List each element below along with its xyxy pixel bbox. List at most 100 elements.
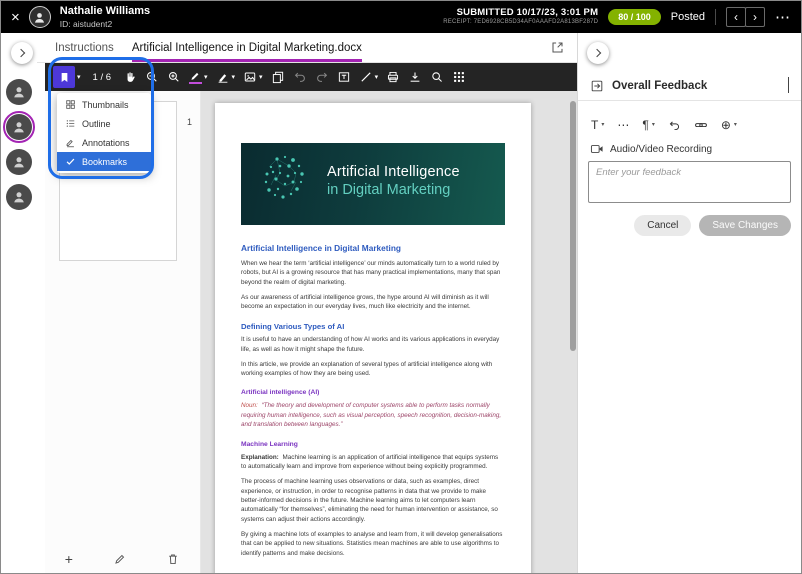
paragraph-style-button[interactable]: ¶ ▾ <box>641 118 655 132</box>
undo-icon <box>293 70 307 84</box>
grid-icon <box>452 70 466 84</box>
redo-button[interactable] <box>314 69 330 85</box>
doc-quote: Noun: “The theory and development of com… <box>241 401 505 430</box>
pan-tool-button[interactable] <box>122 69 138 85</box>
zoom-in-icon <box>167 70 181 84</box>
next-submission-button[interactable]: › <box>745 7 765 27</box>
text-style-button[interactable]: T ▾ <box>590 118 605 132</box>
print-button[interactable] <box>385 69 401 85</box>
person-icon <box>11 154 27 170</box>
thumbnail-rail-tools: + <box>45 545 200 573</box>
caret-down-icon: ▾ <box>601 122 604 128</box>
collapse-section-button[interactable] <box>788 78 789 93</box>
redo-icon <box>315 70 329 84</box>
expand-student-list-button[interactable] <box>11 42 33 64</box>
caret-down-icon: ▾ <box>259 74 263 81</box>
submission-nav: ‹ › <box>726 7 765 27</box>
editor-more-button[interactable]: ⋯ <box>616 118 630 132</box>
collapse-feedback-panel-button[interactable] <box>587 42 609 64</box>
pilcrow-icon: ¶ <box>642 119 648 131</box>
student-avatar-2-selected[interactable] <box>6 114 32 140</box>
grading-app: × Nathalie Williams ID: aistudent2 SUBMI… <box>0 0 802 574</box>
feedback-actions: Cancel Save Changes <box>634 215 791 236</box>
highlighter-icon <box>216 70 230 84</box>
doc-explanation-label: Explanation: <box>241 454 279 461</box>
document-banner: Artificial Intelligence in Digital Marke… <box>241 143 505 225</box>
menu-item-bookmarks[interactable]: Bookmarks <box>57 152 151 171</box>
insert-link-button[interactable] <box>693 117 709 133</box>
feedback-title: Overall Feedback <box>612 80 707 92</box>
link-icon <box>694 118 708 132</box>
student-avatar-3[interactable] <box>6 149 32 175</box>
download-button[interactable] <box>407 69 423 85</box>
image-icon <box>243 70 257 84</box>
doc-heading-main: Artificial Intelligence in Digital Marke… <box>241 243 505 253</box>
editor-undo-button[interactable] <box>667 118 682 133</box>
check-icon <box>65 156 76 167</box>
menu-item-annotations[interactable]: Annotations <box>57 133 151 152</box>
stamp-image-tool-button[interactable]: ▾ <box>242 69 264 85</box>
menu-item-label: Annotations <box>82 138 130 148</box>
bookmarks-panel-button[interactable]: ▾ <box>52 65 82 89</box>
document-scrollbar[interactable] <box>570 101 576 351</box>
student-id: ID: aistudent2 <box>60 19 150 29</box>
print-icon <box>386 70 400 84</box>
pen-color-swatch <box>189 70 202 85</box>
thumbnail-page-number: 1 <box>187 117 192 127</box>
text-box-tool-button[interactable] <box>336 69 352 85</box>
insert-content-button[interactable]: ⊕ ▾ <box>720 118 738 132</box>
doc-paragraph: As our awareness of artificial intellige… <box>241 293 505 312</box>
menu-item-outline[interactable]: Outline <box>57 114 151 133</box>
zoom-in-button[interactable] <box>166 69 182 85</box>
top-bar-left: × Nathalie Williams ID: aistudent2 <box>1 5 150 28</box>
copy-annotation-button[interactable] <box>270 69 286 85</box>
doc-paragraph: When we hear the term ‘artificial intell… <box>241 259 505 287</box>
audio-video-recording-button[interactable]: Audio/Video Recording <box>590 143 712 155</box>
document-canvas: Artificial Intelligence in Digital Marke… <box>201 91 579 573</box>
line-tool-button[interactable]: ▾ <box>358 69 380 85</box>
student-avatar <box>29 6 51 28</box>
zoom-out-button[interactable] <box>144 69 160 85</box>
view-mode-menu: Thumbnails Outline Annotations Bookmarks <box>57 93 151 173</box>
add-page-button[interactable]: + <box>64 551 74 567</box>
doc-paragraph: In this article, we provide an explanati… <box>241 360 505 379</box>
pen-color-underline <box>189 82 202 85</box>
draw-color-tool-button[interactable]: ▾ <box>188 69 209 86</box>
highlighter-tool-button[interactable]: ▾ <box>215 69 237 85</box>
download-icon <box>408 70 422 84</box>
pdf-toolbar: ▾ 1 / 6 <box>45 63 577 91</box>
feedback-editor-toolbar: T ▾ ⋯ ¶ ▾ ⊕ ▾ <box>590 117 738 133</box>
top-bar-divider <box>715 9 716 25</box>
save-changes-button[interactable]: Save Changes <box>699 215 791 236</box>
previous-submission-button[interactable]: ‹ <box>726 7 746 27</box>
doc-quote-text: “The theory and development of computer … <box>241 402 501 429</box>
tab-instructions[interactable]: Instructions <box>55 33 114 62</box>
menu-item-label: Thumbnails <box>82 100 129 110</box>
student-avatar-1[interactable] <box>6 79 32 105</box>
caret-down-icon: ▾ <box>232 74 236 81</box>
top-bar: × Nathalie Williams ID: aistudent2 SUBMI… <box>1 1 801 33</box>
caret-down-icon: ▾ <box>204 74 208 81</box>
feedback-input[interactable] <box>588 161 791 203</box>
page-indicator: 1 / 6 <box>93 72 112 83</box>
text-style-icon: T <box>591 119 598 131</box>
document-page: Artificial Intelligence in Digital Marke… <box>215 103 531 573</box>
trash-icon <box>166 552 180 566</box>
search-button[interactable] <box>429 69 445 85</box>
cancel-button[interactable]: Cancel <box>634 215 691 236</box>
grid-view-button[interactable] <box>451 69 467 85</box>
more-options-icon[interactable]: ⋯ <box>775 8 791 26</box>
document-popout-icon[interactable] <box>550 40 565 55</box>
menu-item-thumbnails[interactable]: Thumbnails <box>57 95 151 114</box>
tab-document[interactable]: Artificial Intelligence in Digital Marke… <box>132 33 362 62</box>
doc-heading-ml: Machine Learning <box>241 441 505 448</box>
undo-button[interactable] <box>292 69 308 85</box>
top-bar-right: SUBMITTED 10/17/23, 3:01 PM RECEIPT: 7ED… <box>443 7 801 27</box>
grade-pill[interactable]: 80 / 100 <box>608 9 661 25</box>
close-icon[interactable]: × <box>11 10 20 25</box>
submission-receipt: RECEIPT: 7ED6928CB5D34AF0AAAFD2A813BF287… <box>443 19 598 27</box>
edit-annotation-button[interactable] <box>112 551 128 567</box>
student-avatar-4[interactable] <box>6 184 32 210</box>
pencil-icon <box>113 552 127 566</box>
delete-button[interactable] <box>165 551 181 567</box>
